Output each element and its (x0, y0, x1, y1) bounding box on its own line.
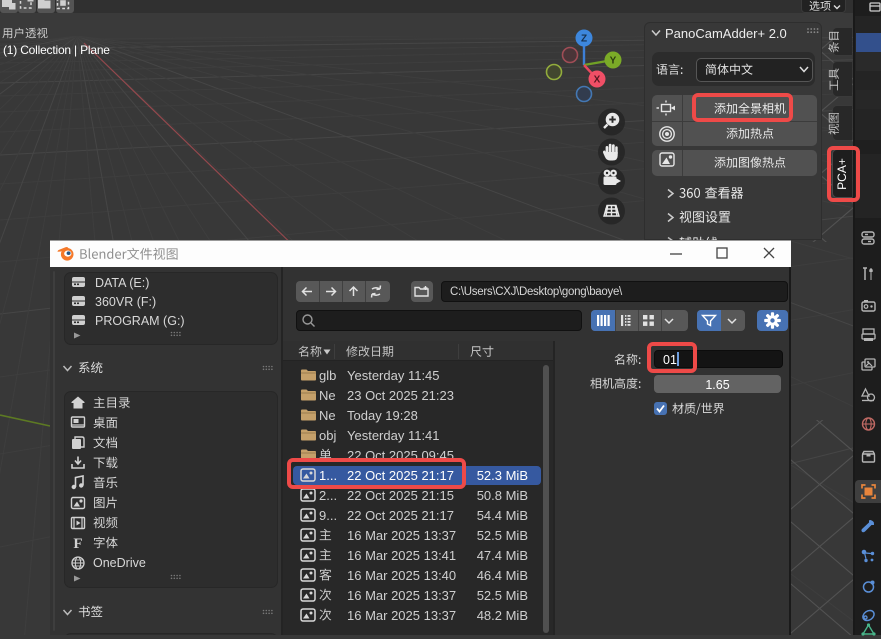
svg-text:Y: Y (610, 56, 617, 67)
svg-text:X: X (594, 75, 601, 86)
svg-text:Z: Z (581, 34, 587, 45)
svg-text:F: F (73, 536, 82, 551)
